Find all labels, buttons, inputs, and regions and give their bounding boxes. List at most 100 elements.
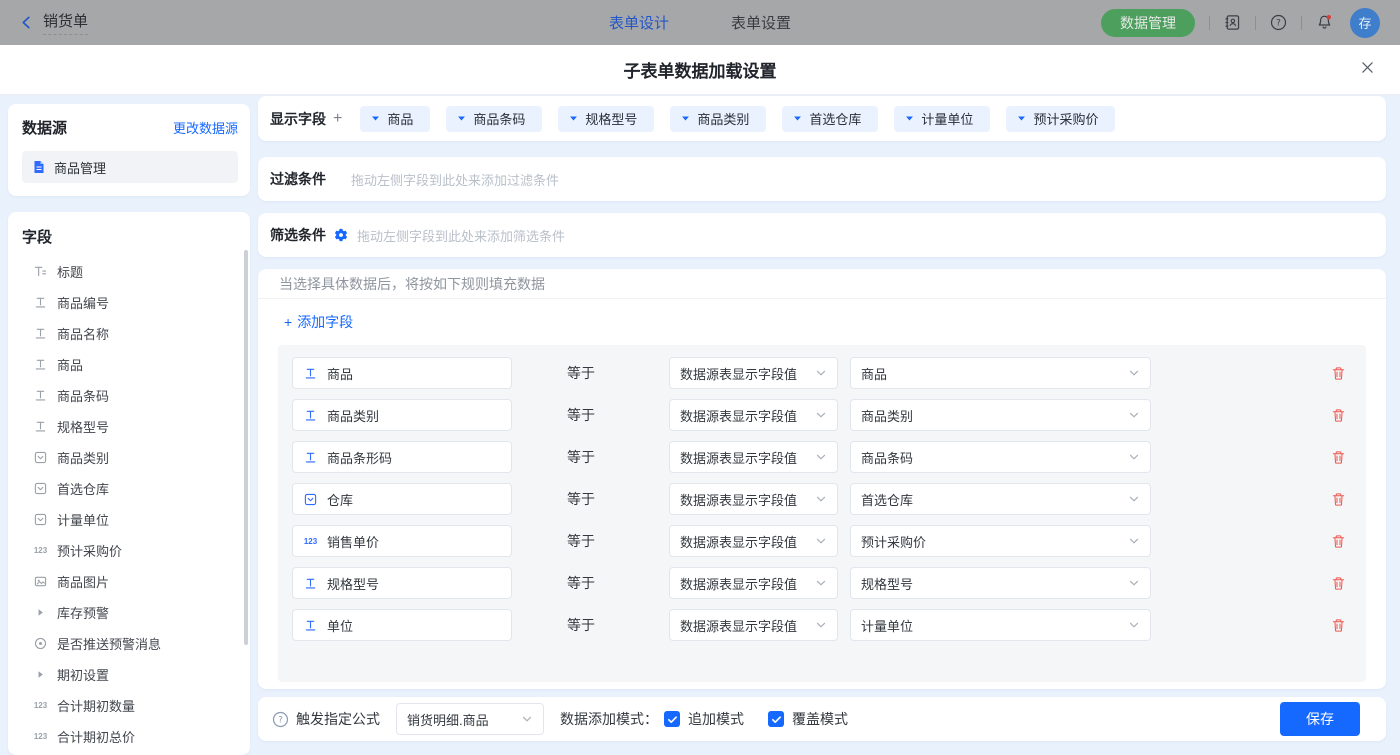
- field-item[interactable]: 标题: [8, 256, 250, 287]
- delete-rule-button[interactable]: [1331, 492, 1346, 507]
- rule-value-select[interactable]: 规格型号: [850, 567, 1151, 599]
- rule-source-select[interactable]: 数据源表显示字段值: [669, 525, 838, 557]
- field-item[interactable]: 规格型号: [8, 411, 250, 442]
- rule-value-select[interactable]: 计量单位: [850, 609, 1151, 641]
- display-field-chip[interactable]: 计量单位: [894, 106, 990, 132]
- caret-down-icon: [569, 114, 578, 123]
- delete-rule-button[interactable]: [1331, 408, 1346, 423]
- rule-source-select[interactable]: 数据源表显示字段值: [669, 399, 838, 431]
- data-manage-button[interactable]: 数据管理: [1101, 9, 1195, 37]
- rule-field-select[interactable]: 仓库: [292, 483, 512, 515]
- rule-value-select[interactable]: 商品类别: [850, 399, 1151, 431]
- rule-source-select[interactable]: 数据源表显示字段值: [669, 357, 838, 389]
- chevron-down-icon: [1128, 619, 1140, 631]
- rule-field-select[interactable]: 商品: [292, 357, 512, 389]
- chevron-down-icon: [1128, 409, 1140, 421]
- sift-row[interactable]: 筛选条件 拖动左侧字段到此处来添加筛选条件: [258, 213, 1386, 257]
- field-item[interactable]: 商品: [8, 349, 250, 380]
- field-item[interactable]: 123合计期初数量: [8, 690, 250, 721]
- save-button[interactable]: 保存: [1280, 702, 1360, 736]
- checkbox-icon[interactable]: [664, 711, 680, 727]
- rule-operator: 等于: [567, 489, 597, 509]
- text-icon: [33, 420, 48, 433]
- rule-value-select[interactable]: 商品: [850, 357, 1151, 389]
- rule-row: 规格型号等于数据源表显示字段值规格型号: [292, 567, 1352, 599]
- field-item[interactable]: 123合计期初总价: [8, 721, 250, 752]
- display-field-chip[interactable]: 商品: [360, 106, 430, 132]
- delete-rule-button[interactable]: [1331, 618, 1346, 633]
- add-display-field-button[interactable]: +: [333, 110, 342, 128]
- close-icon[interactable]: [1361, 61, 1374, 74]
- checkbox-icon[interactable]: [768, 711, 784, 727]
- bell-icon[interactable]: [1316, 14, 1333, 31]
- filter-row[interactable]: 过滤条件 拖动左侧字段到此处来添加过滤条件: [258, 157, 1386, 201]
- rule-field-select[interactable]: 123销售单价: [292, 525, 512, 557]
- formula-select[interactable]: 销货明细.商品: [396, 703, 544, 735]
- field-label: 是否推送预警消息: [57, 634, 161, 653]
- add-field-button[interactable]: + 添加字段: [284, 312, 353, 332]
- rule-field-select[interactable]: 规格型号: [292, 567, 512, 599]
- datasource-item[interactable]: 商品管理: [22, 151, 238, 183]
- help-circle-icon[interactable]: ?: [272, 711, 289, 728]
- gear-icon[interactable]: [334, 228, 348, 242]
- mode-option[interactable]: 追加模式: [664, 709, 744, 729]
- delete-rule-button[interactable]: [1331, 450, 1346, 465]
- delete-rule-button[interactable]: [1331, 366, 1346, 381]
- field-item[interactable]: 商品编号: [8, 287, 250, 318]
- title-icon: [33, 265, 48, 278]
- field-item[interactable]: 商品类别: [8, 442, 250, 473]
- rule-field-label: 商品: [327, 364, 353, 383]
- mode-checkboxes: 追加模式 覆盖模式: [658, 709, 848, 729]
- display-field-chip[interactable]: 商品条码: [446, 106, 542, 132]
- rule-field-select[interactable]: 商品类别: [292, 399, 512, 431]
- field-item[interactable]: 期初设置: [8, 659, 250, 690]
- rule-field-label: 销售单价: [327, 532, 379, 551]
- number-icon: 123: [33, 546, 48, 555]
- scrollbar-thumb[interactable]: [244, 250, 248, 645]
- rule-source-select[interactable]: 数据源表显示字段值: [669, 609, 838, 641]
- avatar[interactable]: 存: [1350, 8, 1380, 38]
- text-icon: [33, 327, 48, 340]
- caret-down-icon: [681, 114, 690, 123]
- change-datasource-link[interactable]: 更改数据源: [173, 118, 238, 137]
- field-item[interactable]: 计量单位: [8, 504, 250, 535]
- field-item[interactable]: 商品条码: [8, 380, 250, 411]
- field-item[interactable]: 是否推送预警消息: [8, 628, 250, 659]
- mode-label: 追加模式: [688, 709, 744, 729]
- rule-value-select[interactable]: 商品条码: [850, 441, 1151, 473]
- rule-value-label: 商品类别: [861, 406, 913, 425]
- field-item[interactable]: 123预计采购价: [8, 535, 250, 566]
- rule-field-select[interactable]: 商品条形码: [292, 441, 512, 473]
- combo-icon: [33, 482, 48, 495]
- field-item[interactable]: 商品图片: [8, 566, 250, 597]
- rule-source-select[interactable]: 数据源表显示字段值: [669, 567, 838, 599]
- field-label: 合计期初数量: [57, 696, 135, 715]
- field-item[interactable]: 首选仓库: [8, 473, 250, 504]
- display-field-chip[interactable]: 预计采购价: [1006, 106, 1115, 132]
- field-label: 标题: [57, 262, 83, 281]
- svg-text:?: ?: [1276, 19, 1281, 29]
- rule-operator: 等于: [567, 447, 597, 467]
- display-field-chip[interactable]: 规格型号: [558, 106, 654, 132]
- field-label: 商品编号: [57, 293, 109, 312]
- help-icon[interactable]: ?: [1270, 14, 1287, 31]
- group-icon: [33, 669, 48, 680]
- display-field-chip[interactable]: 首选仓库: [782, 106, 878, 132]
- filter-placeholder: 拖动左侧字段到此处来添加过滤条件: [351, 170, 559, 189]
- delete-rule-button[interactable]: [1331, 576, 1346, 591]
- rule-field-select[interactable]: 单位: [292, 609, 512, 641]
- rule-value-select[interactable]: 预计采购价: [850, 525, 1151, 557]
- tab-0[interactable]: 表单设计: [609, 12, 669, 33]
- field-item[interactable]: 商品名称: [8, 318, 250, 349]
- number-icon: 123: [33, 732, 48, 741]
- delete-rule-button[interactable]: [1331, 534, 1346, 549]
- rule-source-select[interactable]: 数据源表显示字段值: [669, 483, 838, 515]
- rule-value-select[interactable]: 首选仓库: [850, 483, 1151, 515]
- field-item[interactable]: 库存预警: [8, 597, 250, 628]
- rule-field-label: 商品类别: [327, 406, 379, 425]
- display-field-chip[interactable]: 商品类别: [670, 106, 766, 132]
- tab-1[interactable]: 表单设置: [731, 12, 791, 33]
- mode-option[interactable]: 覆盖模式: [768, 709, 848, 729]
- rule-source-select[interactable]: 数据源表显示字段值: [669, 441, 838, 473]
- contacts-icon[interactable]: [1224, 14, 1241, 31]
